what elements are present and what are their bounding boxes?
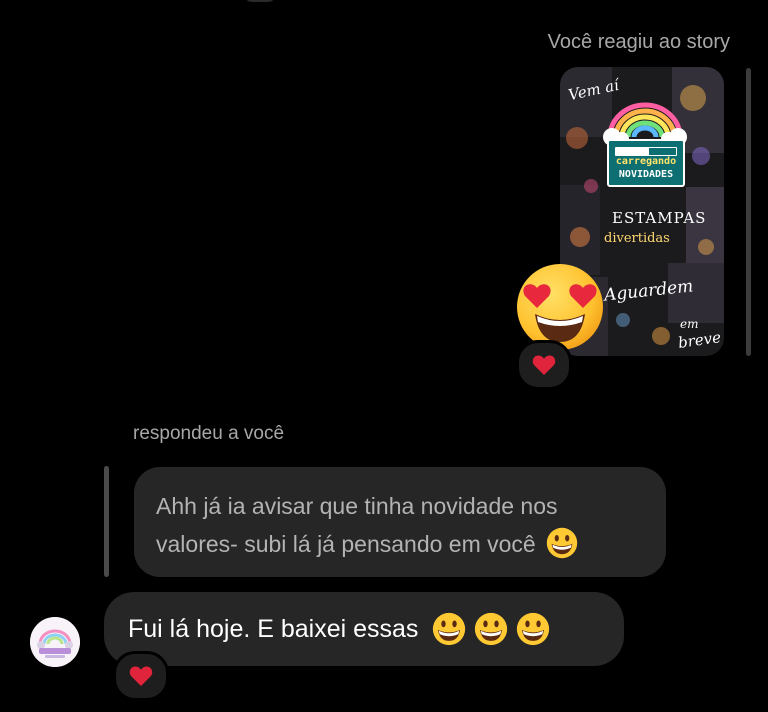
loader-label-1: carregando (615, 156, 677, 167)
story-text-estampas: ESTAMPAS (612, 209, 707, 227)
grinning-face-emoji (517, 612, 550, 646)
reply-indicator-bar (104, 466, 109, 577)
scrollbar[interactable] (746, 68, 751, 356)
heart-icon (129, 666, 153, 686)
heart-icon (532, 355, 556, 375)
grinning-face-emoji (475, 612, 508, 646)
avatar[interactable] (30, 617, 80, 667)
reply-label: respondeu a você (133, 423, 285, 444)
rainbow-icon (603, 102, 687, 145)
avatar-logo-icon (30, 617, 80, 667)
grinning-face-emoji (546, 527, 578, 559)
message-reaction-badge[interactable] (113, 651, 169, 701)
story-reaction-label: Você reagiu ao story (547, 31, 730, 53)
grinning-face-emoji (433, 612, 466, 646)
message-bubble[interactable]: Fui lá hoje. E baixei essas (104, 592, 624, 666)
quoted-message-text: Ahh já ia avisar que tinha novidade nos … (156, 493, 558, 557)
story-text-divertidas: divertidas (604, 231, 670, 246)
quoted-message[interactable]: Ahh já ia avisar que tinha novidade nos … (134, 467, 666, 577)
loader-label-2: NOVIDADES (618, 169, 674, 180)
heart-eyes-emoji (517, 264, 603, 350)
message-text: Fui lá hoje. E baixei essas (128, 614, 419, 643)
header-edge (244, 0, 276, 2)
story-text-breve: breve (676, 328, 723, 352)
story-loader: carregando NOVIDADES (607, 139, 685, 187)
chat-screen: Você reagiu ao story Vem aí carregando N… (0, 0, 768, 712)
loader-bar (615, 147, 677, 156)
story-text-em: em (680, 317, 699, 331)
story-reaction-badge[interactable] (516, 340, 572, 390)
loader-fill (616, 148, 649, 155)
message-emojis (424, 612, 550, 646)
